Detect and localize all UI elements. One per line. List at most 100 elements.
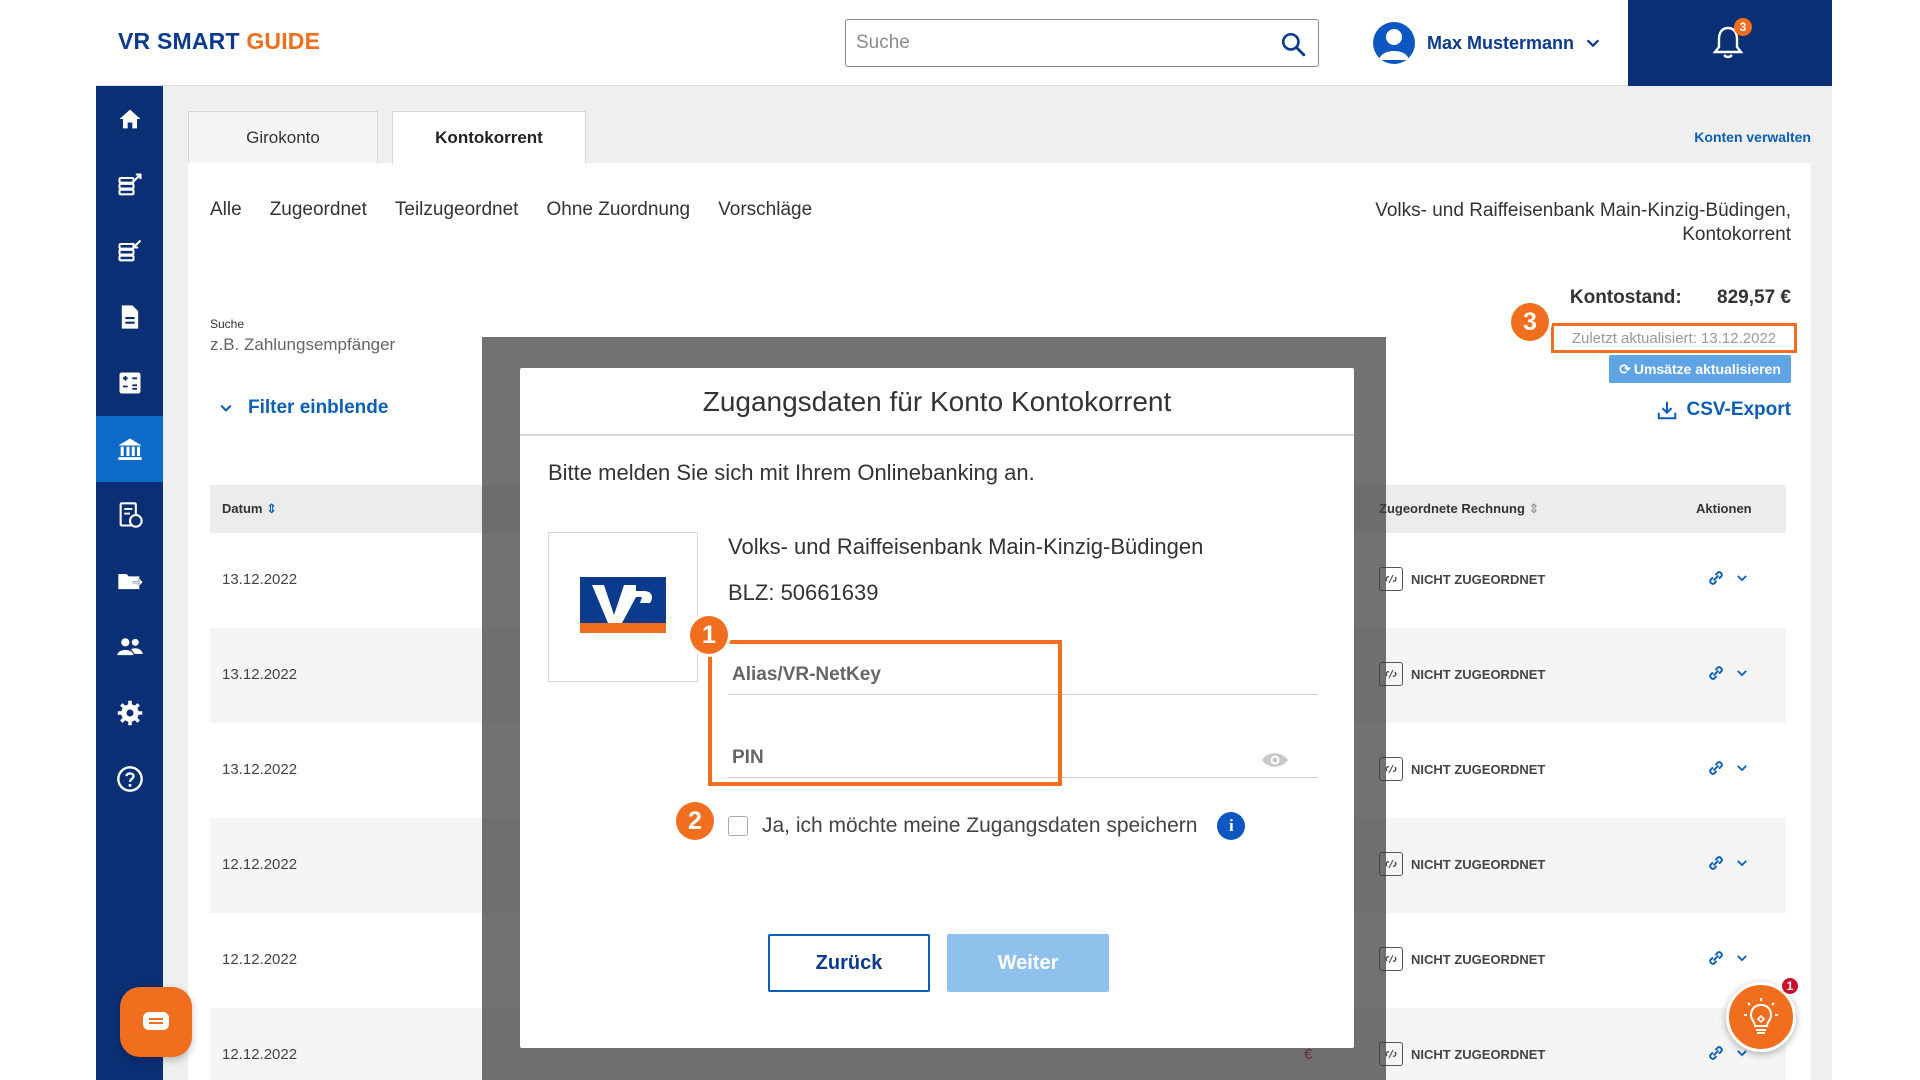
callout-3: 3 (1511, 303, 1549, 341)
dialog-blz: BLZ: 50661639 (728, 580, 879, 605)
notification-badge: 3 (1734, 18, 1752, 36)
avatar (1373, 22, 1415, 64)
callout-1: 1 (690, 616, 728, 654)
global-search-input[interactable] (856, 30, 1256, 56)
table-search-input[interactable] (210, 335, 410, 355)
chat-button[interactable] (120, 987, 192, 1057)
sidebar-item-outgoing-invoices[interactable] (96, 152, 163, 218)
global-search (845, 19, 1319, 67)
user-name: Max Mustermann (1427, 32, 1575, 53)
filter-partially-assigned[interactable]: Teilzugeordnet (395, 199, 519, 221)
chevron-down-icon (1586, 39, 1600, 48)
sidebar-item-bank[interactable] (96, 416, 163, 482)
calculator-icon (119, 372, 140, 394)
link-icon[interactable] (1707, 854, 1725, 872)
chevron-down-icon[interactable] (1735, 856, 1749, 870)
balance-label: Kontostand: (1569, 287, 1682, 308)
account-bank-name: Volks- und Raiffeisenbank Main-Kinzig-Bü… (1375, 200, 1791, 245)
sidebar-item-receipts[interactable] (96, 482, 163, 548)
last-updated-text: Zuletzt aktualisiert: 13.12.2022 (1571, 329, 1777, 347)
filter-tabs: Alle Zugeordnet Teilzugeordnet Ohne Zuor… (210, 199, 812, 221)
user-menu[interactable]: Max Mustermann (1373, 20, 1602, 66)
link-icon[interactable] (1707, 664, 1725, 682)
filter-toggle[interactable]: Filter einblende (218, 397, 388, 419)
row-date: 12.12.2022 (222, 951, 298, 968)
search-icon[interactable] (1280, 31, 1306, 57)
refresh-transactions-button[interactable]: ⟳ Umsätze aktualisieren (1609, 355, 1791, 383)
tab-kontokorrent[interactable]: Kontokorrent (392, 111, 586, 164)
sidebar-item-documents[interactable] (96, 284, 163, 350)
balance-value: 829,57 € (1717, 287, 1791, 308)
account-balance: Kontostand: 829,57 € (1570, 287, 1791, 309)
row-assignment: NICHT ZUGEORDNET (1379, 662, 1545, 686)
sidebar-item-help[interactable] (96, 746, 163, 812)
row-date: 13.12.2022 (222, 571, 298, 588)
save-credentials-checkbox[interactable] (728, 816, 748, 836)
callout-2: 2 (676, 802, 714, 840)
sort-icon: ⇕ (1528, 501, 1540, 516)
row-status: NICHT ZUGEORDNET (1411, 856, 1546, 872)
chevron-down-icon[interactable] (1735, 761, 1749, 775)
filter-all[interactable]: Alle (210, 199, 242, 221)
last-updated-highlight: Zuletzt aktualisiert: 13.12.2022 (1551, 323, 1797, 353)
chevron-down-icon[interactable] (1735, 951, 1749, 965)
chevron-down-icon[interactable] (1735, 571, 1749, 585)
app-frame: VR SMART GUIDE Max Mustermann 3 (96, 0, 1832, 1080)
row-assignment: NICHT ZUGEORDNET (1379, 852, 1545, 876)
sidebar-item-home[interactable] (96, 86, 163, 152)
filter-suggestions[interactable]: Vorschläge (718, 199, 812, 221)
column-header-date[interactable]: Datum ⇕ (222, 501, 277, 517)
row-date: 12.12.2022 (222, 856, 298, 873)
help-tips-badge: 1 (1780, 976, 1800, 996)
back-button[interactable]: Zurück (768, 934, 930, 992)
notifications-button[interactable]: 3 (1628, 0, 1832, 86)
filter-assigned[interactable]: Zugeordnet (270, 199, 367, 221)
row-assignment: NICHT ZUGEORDNET (1379, 757, 1545, 781)
credentials-highlight (708, 640, 1062, 786)
tab-girokonto[interactable]: Girokonto (188, 111, 378, 163)
chevron-down-icon (220, 404, 232, 412)
row-actions (1707, 664, 1749, 682)
link-icon[interactable] (1707, 1044, 1725, 1062)
app-logo[interactable]: VR SMART GUIDE (118, 28, 320, 55)
info-icon[interactable]: i (1217, 812, 1246, 840)
row-status: NICHT ZUGEORDNET (1411, 666, 1546, 682)
row-date: 13.12.2022 (222, 666, 298, 683)
link-icon[interactable] (1707, 949, 1725, 967)
dialog-intro: Bitte melden Sie sich mit Ihrem Onlineba… (548, 460, 1035, 485)
save-credentials-label: Ja, ich möchte meine Zugangsdaten speich… (762, 814, 1198, 837)
row-status: NICHT ZUGEORDNET (1411, 951, 1546, 967)
chevron-down-icon[interactable] (1735, 666, 1749, 680)
folder-icon (117, 574, 143, 590)
sort-icon: ⇕ (266, 501, 277, 516)
sidebar-item-folders[interactable] (96, 548, 163, 614)
sidebar-item-contacts[interactable] (96, 614, 163, 680)
column-header-invoice[interactable]: Zugeordnete Rechnung ⇕ (1379, 501, 1539, 517)
row-actions (1707, 759, 1749, 777)
outgoing-invoices-icon (117, 173, 142, 196)
document-icon (121, 305, 138, 329)
eye-icon[interactable] (1260, 750, 1290, 770)
incoming-invoices-icon (117, 239, 141, 262)
link-icon[interactable] (1707, 759, 1725, 777)
sidebar-item-incoming-invoices[interactable] (96, 218, 163, 284)
row-status: NICHT ZUGEORDNET (1411, 571, 1546, 587)
row-assignment: NICHT ZUGEORDNET (1379, 1042, 1545, 1066)
lightbulb-icon (1744, 998, 1778, 1034)
row-date: 12.12.2022 (222, 1046, 298, 1063)
user-icon (1379, 29, 1409, 60)
sidebar-item-calculator[interactable] (96, 350, 163, 416)
sidebar-item-settings[interactable] (96, 680, 163, 746)
csv-export-button[interactable]: CSV-Export (1656, 399, 1791, 421)
row-status: NICHT ZUGEORDNET (1411, 1046, 1546, 1062)
row-assignment: NICHT ZUGEORDNET (1379, 947, 1545, 971)
receipt-icon (119, 502, 143, 528)
next-button[interactable]: Weiter (947, 934, 1109, 992)
manage-accounts-link[interactable]: Konten verwalten (1694, 129, 1811, 145)
link-icon[interactable] (1707, 569, 1725, 587)
row-status: NICHT ZUGEORDNET (1411, 761, 1546, 777)
bank-logo (548, 532, 698, 682)
filter-unassigned[interactable]: Ohne Zuordnung (546, 199, 690, 221)
table-search-label: Suche (210, 317, 245, 331)
dialog-title: Zugangsdaten für Konto Kontokorrent (520, 368, 1354, 436)
